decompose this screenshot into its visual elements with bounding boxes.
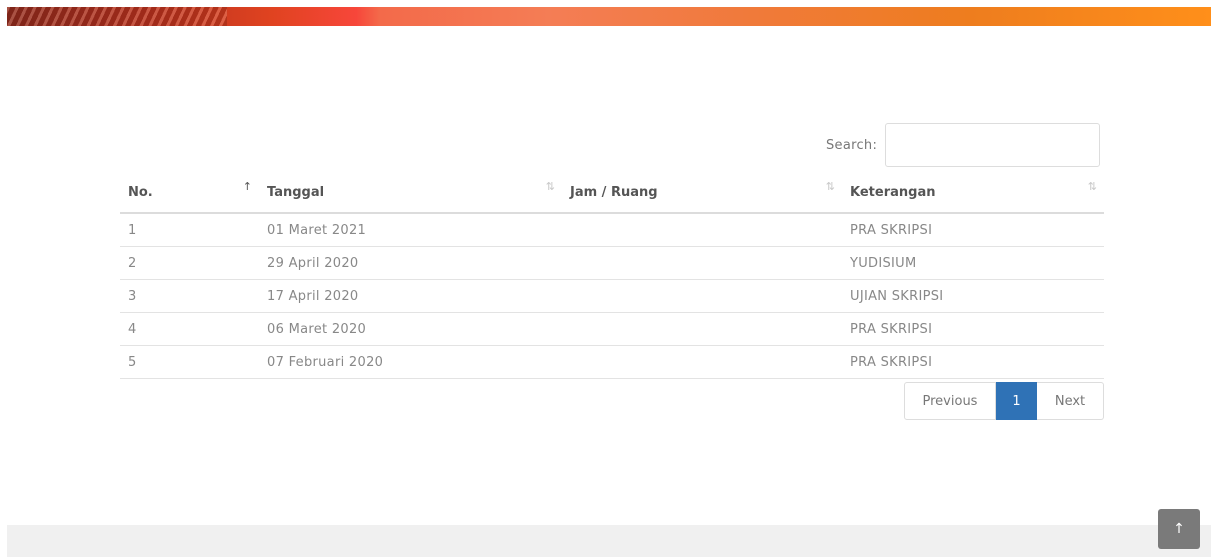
cell-keterangan: PRA SKRIPSI [842, 312, 1104, 346]
cell-no: 3 [120, 279, 259, 313]
cell-keterangan: YUDISIUM [842, 246, 1104, 280]
page-1-button[interactable]: 1 [996, 382, 1037, 420]
header-banner-image [7, 7, 1211, 26]
table-row: 2 29 April 2020 YUDISIUM [120, 246, 1104, 280]
column-header-label: Tanggal [267, 184, 325, 200]
column-header-tanggal[interactable]: Tanggal ⇅ [259, 172, 562, 214]
arrow-up-icon: ↑ [1173, 521, 1185, 537]
table-row: 5 07 Februari 2020 PRA SKRIPSI [120, 345, 1104, 379]
column-header-jam-ruang[interactable]: Jam / Ruang ⇅ [562, 172, 842, 214]
cell-jam-ruang [562, 279, 842, 313]
cell-keterangan: PRA SKRIPSI [842, 345, 1104, 379]
sort-icon: ⇅ [545, 180, 555, 193]
column-header-label: No. [128, 184, 153, 200]
cell-jam-ruang [562, 345, 842, 379]
next-button[interactable]: Next [1037, 382, 1104, 420]
cell-jam-ruang [562, 312, 842, 346]
cell-keterangan: UJIAN SKRIPSI [842, 279, 1104, 313]
sort-asc-icon: ↑ [242, 180, 252, 193]
cell-jam-ruang [562, 213, 842, 247]
table-row: 3 17 April 2020 UJIAN SKRIPSI [120, 279, 1104, 313]
pagination: Previous 1 Next [904, 382, 1104, 420]
cell-no: 1 [120, 213, 259, 247]
previous-button[interactable]: Previous [904, 382, 996, 420]
column-header-label: Jam / Ruang [570, 184, 658, 200]
cell-keterangan: PRA SKRIPSI [842, 213, 1104, 247]
table-header-row: No. ↑ Tanggal ⇅ Jam / Ruang ⇅ Keterangan… [120, 172, 1104, 214]
cell-no: 2 [120, 246, 259, 280]
table-row: 4 06 Maret 2020 PRA SKRIPSI [120, 312, 1104, 346]
cell-tanggal: 29 April 2020 [259, 246, 562, 280]
cell-no: 4 [120, 312, 259, 346]
cell-tanggal: 06 Maret 2020 [259, 312, 562, 346]
cell-jam-ruang [562, 246, 842, 280]
column-header-no[interactable]: No. ↑ [120, 172, 259, 214]
search-area: Search: [826, 122, 1101, 168]
search-label: Search: [826, 137, 878, 153]
schedule-table: No. ↑ Tanggal ⇅ Jam / Ruang ⇅ Keterangan… [120, 172, 1104, 379]
cell-tanggal: 07 Februari 2020 [259, 345, 562, 379]
sort-icon: ⇅ [825, 180, 835, 193]
cell-tanggal: 01 Maret 2021 [259, 213, 562, 247]
column-header-keterangan[interactable]: Keterangan ⇅ [842, 172, 1104, 214]
footer-bar [7, 525, 1211, 557]
sort-icon: ⇅ [1087, 180, 1097, 193]
search-input[interactable] [885, 123, 1101, 167]
scroll-to-top-button[interactable]: ↑ [1158, 509, 1200, 549]
column-header-label: Keterangan [850, 184, 936, 200]
cell-no: 5 [120, 345, 259, 379]
cell-tanggal: 17 April 2020 [259, 279, 562, 313]
table-row: 1 01 Maret 2021 PRA SKRIPSI [120, 213, 1104, 247]
